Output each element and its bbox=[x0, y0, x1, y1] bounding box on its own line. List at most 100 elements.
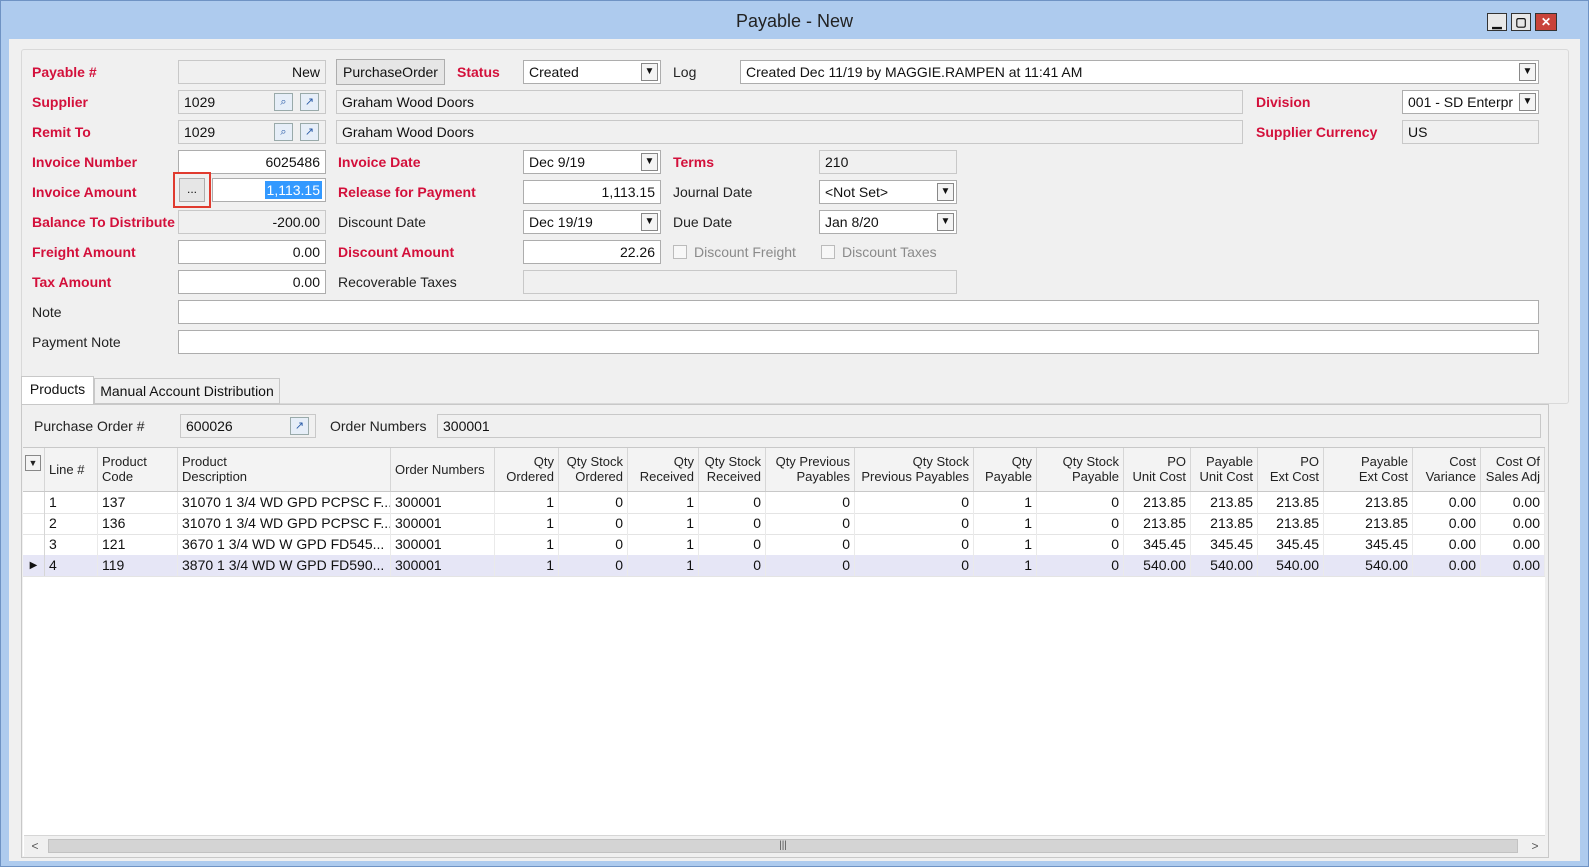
discount-freight-checkbox[interactable] bbox=[673, 245, 687, 259]
table-cell[interactable]: 0 bbox=[1037, 492, 1124, 513]
table-cell[interactable]: 0.00 bbox=[1481, 513, 1545, 534]
table-cell[interactable]: 1 bbox=[628, 492, 699, 513]
table-cell[interactable]: 345.45 bbox=[1258, 534, 1324, 555]
row-header[interactable] bbox=[23, 534, 45, 555]
supplier-code-field[interactable]: 1029 ⌕ ↗ bbox=[178, 90, 326, 114]
scroll-thumb[interactable]: ||| bbox=[48, 839, 1518, 853]
table-cell[interactable]: 3870 1 3/4 WD W GPD FD590... bbox=[178, 555, 391, 576]
freight-amount-input[interactable]: 0.00 bbox=[178, 240, 326, 264]
table-cell[interactable]: 31070 1 3/4 WD GPD PCPSC F... bbox=[178, 513, 391, 534]
table-cell[interactable]: 213.85 bbox=[1258, 492, 1324, 513]
purchase-order-button[interactable]: PurchaseOrder bbox=[336, 59, 445, 85]
invoice-date-picker[interactable]: Dec 9/19 ▼ bbox=[523, 150, 661, 174]
purchase-order-number-field[interactable]: 600026 ↗ bbox=[180, 414, 316, 438]
remit-code-field[interactable]: 1029 ⌕ ↗ bbox=[178, 120, 326, 144]
column-header[interactable]: Cost Variance bbox=[1413, 448, 1481, 491]
table-row[interactable]: 3 121 3670 1 3/4 WD W GPD FD545... 300001 1 0… bbox=[23, 534, 1545, 556]
payment-note-input[interactable] bbox=[178, 330, 1539, 354]
column-header[interactable]: Order Numbers bbox=[391, 448, 495, 491]
table-cell[interactable]: 213.85 bbox=[1191, 513, 1258, 534]
table-cell[interactable]: 0 bbox=[855, 534, 974, 555]
close-button[interactable]: ✕ bbox=[1535, 13, 1557, 31]
column-header[interactable]: Qty Stock Previous Payables bbox=[855, 448, 974, 491]
table-cell[interactable]: 1 bbox=[628, 513, 699, 534]
discount-taxes-checkbox[interactable] bbox=[821, 245, 835, 259]
chevron-down-icon[interactable]: ▼ bbox=[641, 213, 658, 231]
row-header[interactable] bbox=[23, 492, 45, 513]
table-cell[interactable]: 0 bbox=[855, 555, 974, 576]
table-cell[interactable]: 0 bbox=[766, 534, 855, 555]
status-dropdown[interactable]: Created ▼ bbox=[523, 60, 661, 84]
search-icon[interactable]: ⌕ bbox=[274, 123, 293, 141]
title-bar[interactable]: Payable - New ▁ ▢ ✕ bbox=[1, 1, 1588, 37]
due-date-picker[interactable]: Jan 8/20 ▼ bbox=[819, 210, 957, 234]
table-cell[interactable]: 0 bbox=[559, 492, 628, 513]
table-cell[interactable]: 213.85 bbox=[1191, 492, 1258, 513]
table-cell[interactable]: 1 bbox=[974, 492, 1037, 513]
table-row[interactable]: 1 137 31070 1 3/4 WD GPD PCPSC F... 300001 1… bbox=[23, 492, 1545, 514]
table-cell[interactable]: 137 bbox=[98, 492, 178, 513]
table-cell[interactable]: 0 bbox=[855, 492, 974, 513]
chevron-down-icon[interactable]: ▼ bbox=[937, 213, 954, 231]
table-cell[interactable]: 345.45 bbox=[1324, 534, 1413, 555]
table-cell[interactable]: 540.00 bbox=[1191, 555, 1258, 576]
table-cell[interactable]: 0.00 bbox=[1413, 492, 1481, 513]
chevron-down-icon[interactable]: ▼ bbox=[1519, 93, 1536, 111]
table-cell[interactable]: 213.85 bbox=[1324, 513, 1413, 534]
table-cell[interactable]: 1 bbox=[495, 492, 559, 513]
table-cell[interactable]: 1 bbox=[495, 555, 559, 576]
column-header[interactable]: Qty Stock Ordered bbox=[559, 448, 628, 491]
chevron-down-icon[interactable]: ▼ bbox=[641, 63, 658, 81]
table-cell[interactable]: 0 bbox=[855, 513, 974, 534]
table-cell[interactable]: 0 bbox=[559, 534, 628, 555]
table-cell[interactable]: 0 bbox=[699, 513, 766, 534]
table-cell[interactable]: 4 bbox=[45, 555, 98, 576]
table-cell[interactable]: 0.00 bbox=[1413, 534, 1481, 555]
tax-amount-input[interactable]: 0.00 bbox=[178, 270, 326, 294]
table-cell[interactable]: 345.45 bbox=[1124, 534, 1191, 555]
table-cell[interactable]: 0 bbox=[559, 513, 628, 534]
link-icon[interactable]: ↗ bbox=[300, 93, 319, 111]
table-cell[interactable]: 0 bbox=[1037, 555, 1124, 576]
table-cell[interactable]: 540.00 bbox=[1124, 555, 1191, 576]
table-cell[interactable]: 0 bbox=[766, 513, 855, 534]
column-header[interactable]: Qty Payable bbox=[974, 448, 1037, 491]
column-header[interactable]: PO Ext Cost bbox=[1258, 448, 1324, 491]
column-header[interactable]: Qty Ordered bbox=[495, 448, 559, 491]
table-cell[interactable]: 119 bbox=[98, 555, 178, 576]
column-header[interactable]: Product Code bbox=[98, 448, 178, 491]
table-cell[interactable]: 1 bbox=[974, 513, 1037, 534]
table-row[interactable]: ▶ 4 119 3870 1 3/4 WD W GPD FD590... 300001 1… bbox=[23, 555, 1545, 577]
table-cell[interactable]: 0.00 bbox=[1481, 492, 1545, 513]
note-input[interactable] bbox=[178, 300, 1539, 324]
tab-products[interactable]: Products bbox=[21, 376, 94, 405]
table-cell[interactable]: 300001 bbox=[391, 492, 495, 513]
table-cell[interactable]: 1 bbox=[495, 513, 559, 534]
column-header[interactable]: PO Unit Cost bbox=[1124, 448, 1191, 491]
journal-date-picker[interactable]: <Not Set> ▼ bbox=[819, 180, 957, 204]
column-header[interactable]: Line # bbox=[45, 448, 98, 491]
invoice-amount-input[interactable]: 1,113.15 bbox=[212, 178, 326, 202]
chevron-down-icon[interactable]: ▼ bbox=[937, 183, 954, 201]
horizontal-scrollbar[interactable]: < ||| > bbox=[24, 835, 1545, 856]
table-cell[interactable]: 0.00 bbox=[1481, 555, 1545, 576]
table-cell[interactable]: 121 bbox=[98, 534, 178, 555]
table-cell[interactable]: 300001 bbox=[391, 534, 495, 555]
table-cell[interactable]: 0 bbox=[766, 492, 855, 513]
table-cell[interactable]: 0 bbox=[699, 534, 766, 555]
minimize-button[interactable]: ▁ bbox=[1487, 13, 1507, 31]
table-cell[interactable]: 1 bbox=[974, 534, 1037, 555]
column-header[interactable]: Product Description bbox=[178, 448, 391, 491]
table-cell[interactable]: 0 bbox=[1037, 534, 1124, 555]
table-cell[interactable]: 0 bbox=[699, 492, 766, 513]
table-cell[interactable]: 2 bbox=[45, 513, 98, 534]
table-cell[interactable]: 0.00 bbox=[1481, 534, 1545, 555]
current-row-indicator[interactable]: ▶ bbox=[23, 555, 45, 576]
table-cell[interactable]: 1 bbox=[495, 534, 559, 555]
search-icon[interactable]: ⌕ bbox=[274, 93, 293, 111]
table-cell[interactable]: 345.45 bbox=[1191, 534, 1258, 555]
log-dropdown[interactable]: Created Dec 11/19 by MAGGIE.RAMPEN at 11… bbox=[740, 60, 1539, 84]
table-cell[interactable]: 31070 1 3/4 WD GPD PCPSC F... bbox=[178, 492, 391, 513]
column-header[interactable]: Qty Previous Payables bbox=[766, 448, 855, 491]
chevron-down-icon[interactable]: ▼ bbox=[25, 455, 41, 471]
